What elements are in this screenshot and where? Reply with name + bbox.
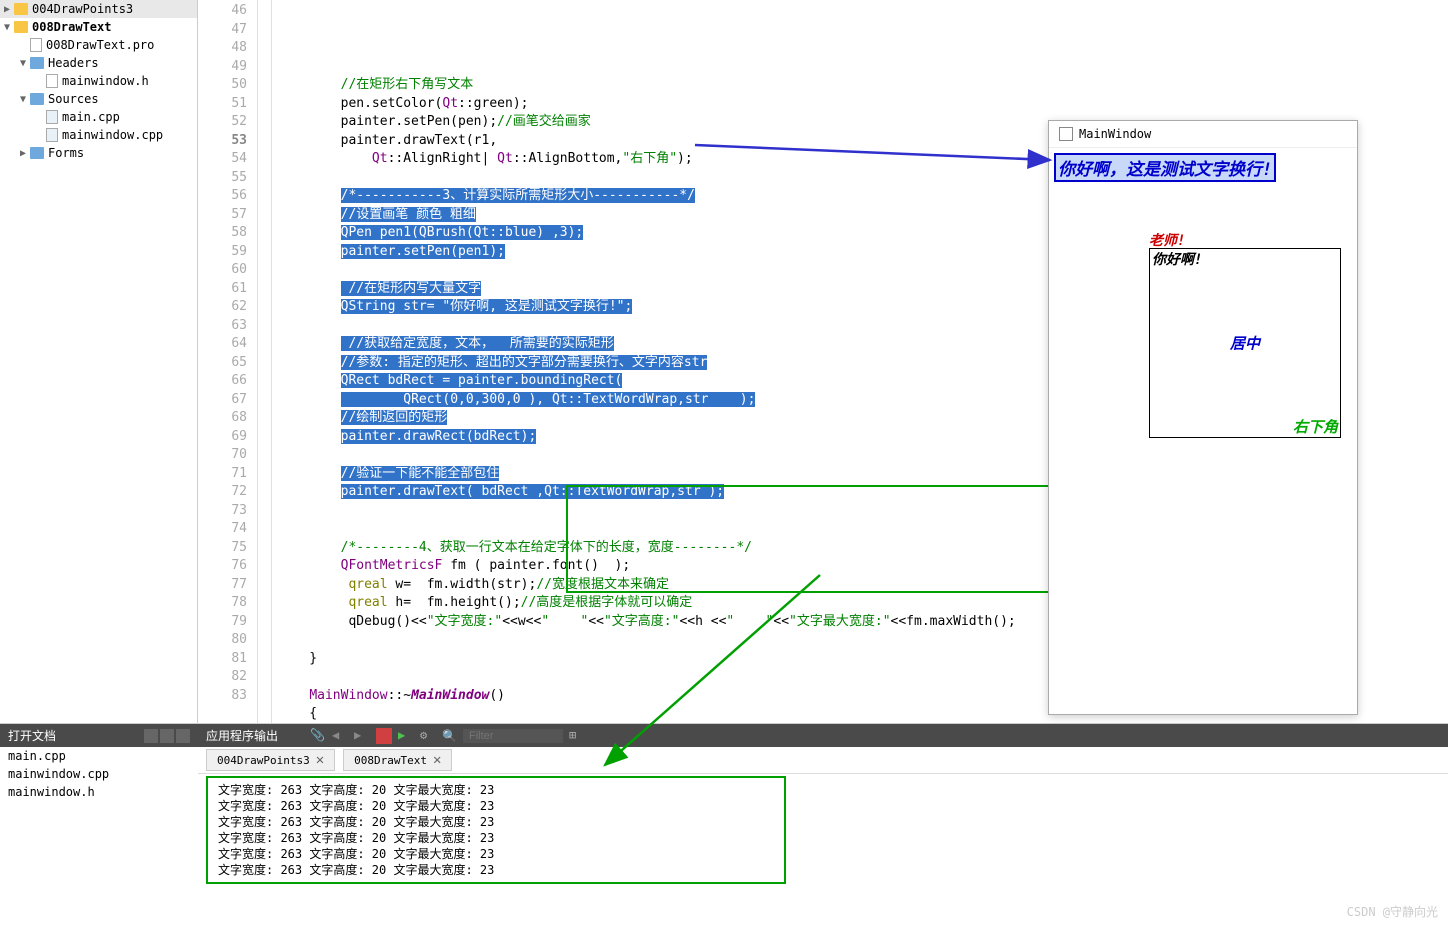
output-title: 应用程序输出 [206, 727, 278, 744]
tree-item[interactable]: 008DrawText.pro [0, 36, 197, 54]
preview-window[interactable]: MainWindow 你好啊，这是测试文字换行! 老师! 你好啊! 居中 右下角 [1048, 120, 1358, 715]
output-tab[interactable]: 008DrawText ✕ [343, 749, 452, 771]
file-cpp-icon [46, 128, 58, 142]
tree-item-label: 004DrawPoints3 [32, 2, 133, 16]
open-doc-item[interactable]: main.cpp [0, 747, 198, 765]
file-icon [46, 74, 58, 88]
project-tree: ▶004DrawPoints3▼008DrawText 008DrawText.p… [0, 0, 198, 723]
window-icon [1059, 127, 1073, 141]
window-title: MainWindow [1079, 127, 1151, 141]
output-content: 文字宽度: 263 文字高度: 20 文字最大宽度: 23文字宽度: 263 文… [206, 776, 786, 884]
open-doc-item[interactable]: mainwindow.h [0, 783, 198, 801]
tab-label: 008DrawText [354, 754, 427, 767]
close-panel-icon[interactable] [176, 729, 190, 743]
output-panel: 应用程序输出 📎 ◀ ▶ ▶ ⚙ 🔍 ⊞ 004DrawPoints3✕008D… [198, 723, 1448, 930]
file-cpp-icon [46, 110, 58, 124]
open-docs-title: 打开文档 [8, 727, 56, 744]
output-line: 文字宽度: 263 文字高度: 20 文字最大宽度: 23 [218, 782, 774, 798]
teacher-label: 老师! [1149, 230, 1185, 250]
tree-item[interactable]: mainwindow.h [0, 72, 197, 90]
code-line[interactable]: pen.setColor(Qt::green); [278, 95, 1448, 114]
tree-item-label: mainwindow.cpp [62, 128, 163, 142]
filter-input[interactable] [463, 729, 563, 743]
tab-label: 004DrawPoints3 [217, 754, 310, 767]
drawn-rectangle: 你好啊! 居中 右下角 [1149, 248, 1341, 438]
split-vertical-icon[interactable] [160, 729, 174, 743]
output-header: 应用程序输出 📎 ◀ ▶ ▶ ⚙ 🔍 ⊞ [198, 724, 1448, 747]
output-tab[interactable]: 004DrawPoints3 ✕ [206, 749, 335, 771]
folder-blue-icon [30, 93, 44, 105]
tree-item[interactable]: ▼Headers [0, 54, 197, 72]
close-icon[interactable]: ✕ [316, 752, 324, 768]
tree-item-label: mainwindow.h [62, 74, 149, 88]
tree-item[interactable]: mainwindow.cpp [0, 126, 197, 144]
open-docs-header: 打开文档 [0, 724, 198, 747]
bounding-rect-text: 你好啊，这是测试文字换行! [1054, 153, 1276, 182]
folder-icon [14, 21, 28, 33]
close-icon[interactable]: ✕ [433, 752, 441, 768]
open-documents-panel: 打开文档 main.cppmainwindow.cppmainwindow.h [0, 723, 198, 930]
folder-blue-icon [30, 57, 44, 69]
tree-item[interactable]: ▶Forms [0, 144, 197, 162]
output-line: 文字宽度: 263 文字高度: 20 文字最大宽度: 23 [218, 814, 774, 830]
tree-item[interactable]: ▼Sources [0, 90, 197, 108]
code-line[interactable] [278, 58, 1448, 77]
folder-blue-icon [30, 147, 44, 159]
output-line: 文字宽度: 263 文字高度: 20 文字最大宽度: 23 [218, 798, 774, 814]
tree-item[interactable]: ▶004DrawPoints3 [0, 0, 197, 18]
code-line[interactable]: //在矩形右下角写文本 [278, 76, 1448, 95]
settings-icon[interactable]: ⚙ [420, 728, 436, 744]
expand-icon[interactable]: ⊞ [569, 728, 585, 744]
tree-item-label: 008DrawText.pro [46, 38, 154, 52]
output-line: 文字宽度: 263 文字高度: 20 文字最大宽度: 23 [218, 846, 774, 862]
window-titlebar[interactable]: MainWindow [1049, 121, 1357, 148]
top-left-text: 你好啊! [1152, 249, 1202, 269]
tree-item[interactable]: ▼008DrawText [0, 18, 197, 36]
file-icon [30, 38, 42, 52]
output-line: 文字宽度: 263 文字高度: 20 文字最大宽度: 23 [218, 830, 774, 846]
prev-icon[interactable]: ◀ [332, 728, 348, 744]
fold-column [258, 0, 272, 723]
tree-item-label: 008DrawText [32, 20, 111, 34]
output-line: 文字宽度: 263 文字高度: 20 文字最大宽度: 23 [218, 862, 774, 878]
next-icon[interactable]: ▶ [354, 728, 370, 744]
bottom-right-text: 右下角 [1293, 416, 1338, 437]
open-doc-item[interactable]: mainwindow.cpp [0, 765, 198, 783]
attach-icon[interactable]: 📎 [310, 728, 326, 744]
line-number-gutter: 4647484950515253545556575859606162636465… [198, 0, 258, 723]
tree-item-label: Sources [48, 92, 99, 106]
watermark: CSDN @守静向光 [1347, 903, 1438, 920]
folder-icon [14, 3, 28, 15]
tree-item-label: Forms [48, 146, 84, 160]
output-tabs: 004DrawPoints3 ✕ 008DrawText ✕ [198, 747, 1448, 774]
split-horizontal-icon[interactable] [144, 729, 158, 743]
search-icon: 🔍 [442, 729, 457, 743]
tree-item-label: main.cpp [62, 110, 120, 124]
run-icon[interactable]: ▶ [398, 728, 414, 744]
center-text: 居中 [1230, 333, 1260, 354]
tree-item-label: Headers [48, 56, 99, 70]
tree-item[interactable]: main.cpp [0, 108, 197, 126]
window-body: 你好啊，这是测试文字换行! 老师! 你好啊! 居中 右下角 [1049, 148, 1357, 708]
stop-icon[interactable] [376, 728, 392, 744]
